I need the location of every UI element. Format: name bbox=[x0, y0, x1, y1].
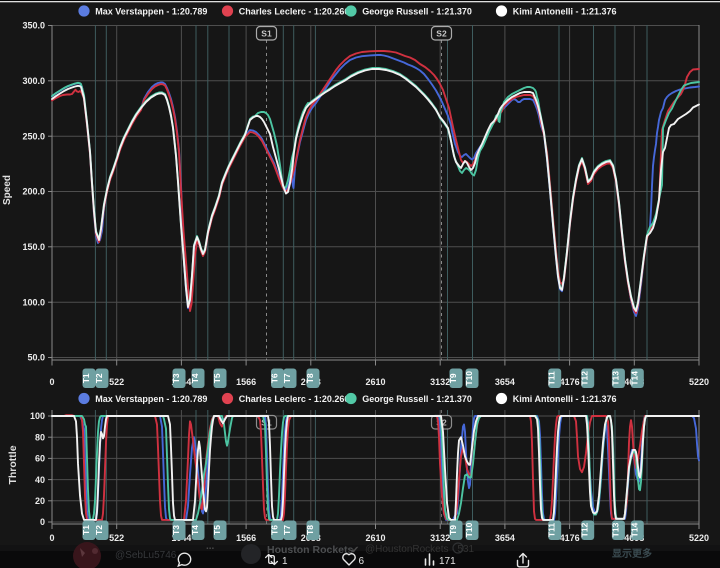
svg-text:350.0: 350.0 bbox=[22, 21, 45, 31]
svg-text:100: 100 bbox=[30, 411, 45, 421]
svg-text:5220: 5220 bbox=[689, 533, 709, 543]
svg-text:Max Verstappen - 1:20.789: Max Verstappen - 1:20.789 bbox=[95, 6, 207, 16]
svg-text:T4: T4 bbox=[190, 373, 200, 383]
svg-text:60: 60 bbox=[35, 454, 45, 464]
svg-text:T3: T3 bbox=[171, 525, 181, 535]
svg-text:Speed: Speed bbox=[2, 175, 13, 205]
svg-text:George Russell - 1:21.370: George Russell - 1:21.370 bbox=[362, 6, 472, 16]
svg-text:3654: 3654 bbox=[495, 377, 515, 387]
svg-text:T7: T7 bbox=[282, 373, 292, 383]
svg-text:George Russell - 1:21.370: George Russell - 1:21.370 bbox=[362, 394, 472, 404]
svg-text:171: 171 bbox=[439, 556, 456, 567]
svg-text:Kimi Antonelli - 1:21.376: Kimi Antonelli - 1:21.376 bbox=[513, 6, 617, 16]
svg-text:Max Verstappen - 1:20.789: Max Verstappen - 1:20.789 bbox=[95, 394, 207, 404]
svg-text:5220: 5220 bbox=[689, 377, 709, 387]
svg-text:T12: T12 bbox=[580, 371, 590, 386]
svg-text:1: 1 bbox=[282, 556, 288, 567]
svg-text:T2: T2 bbox=[94, 525, 104, 535]
svg-text:522: 522 bbox=[109, 377, 124, 387]
svg-text:T9: T9 bbox=[448, 525, 458, 535]
svg-text:0: 0 bbox=[49, 377, 54, 387]
svg-text:显示更多: 显示更多 bbox=[612, 547, 652, 560]
svg-text:T4: T4 bbox=[190, 525, 200, 535]
svg-text:S1: S1 bbox=[261, 29, 272, 39]
svg-text:Kimi Antonelli - 1:21.376: Kimi Antonelli - 1:21.376 bbox=[513, 394, 617, 404]
svg-text:522: 522 bbox=[109, 533, 124, 543]
svg-text:T2: T2 bbox=[94, 373, 104, 383]
svg-text:T14: T14 bbox=[629, 522, 639, 537]
svg-text:6: 6 bbox=[359, 556, 365, 567]
svg-text:T12: T12 bbox=[580, 522, 590, 537]
svg-text:0: 0 bbox=[40, 517, 45, 527]
svg-text:2610: 2610 bbox=[365, 377, 385, 387]
svg-text:3654: 3654 bbox=[495, 533, 515, 543]
svg-text:Charles Leclerc - 1:20.266: Charles Leclerc - 1:20.266 bbox=[239, 394, 350, 404]
svg-text:T8: T8 bbox=[305, 373, 315, 383]
svg-text:0: 0 bbox=[49, 533, 54, 543]
svg-text:T9: T9 bbox=[448, 373, 458, 383]
svg-text:T13: T13 bbox=[610, 522, 620, 537]
svg-text:T10: T10 bbox=[464, 522, 474, 537]
svg-text:100.0: 100.0 bbox=[22, 297, 45, 307]
svg-text:@SebLu5746: @SebLu5746 bbox=[115, 550, 177, 561]
svg-text:40: 40 bbox=[35, 475, 45, 485]
svg-text:T7: T7 bbox=[282, 525, 292, 535]
svg-text:...: ... bbox=[206, 541, 215, 552]
svg-text:1566: 1566 bbox=[236, 377, 256, 387]
svg-text:4176: 4176 bbox=[560, 377, 580, 387]
svg-text:S2: S2 bbox=[436, 29, 447, 39]
svg-text:✔: ✔ bbox=[351, 545, 359, 556]
svg-text:T11: T11 bbox=[547, 371, 557, 385]
svg-text:T3: T3 bbox=[171, 373, 181, 383]
svg-text:300.0: 300.0 bbox=[22, 76, 45, 86]
svg-text:T5: T5 bbox=[212, 525, 222, 535]
svg-text:1566: 1566 bbox=[236, 533, 256, 543]
svg-text:T13: T13 bbox=[610, 371, 620, 386]
svg-text:50.0: 50.0 bbox=[27, 353, 45, 363]
svg-text:Charles Leclerc - 1:20.266: Charles Leclerc - 1:20.266 bbox=[239, 6, 350, 16]
svg-text:T1: T1 bbox=[81, 373, 91, 383]
svg-text:T11: T11 bbox=[547, 523, 557, 537]
svg-text:T14: T14 bbox=[629, 371, 639, 386]
svg-text:T5: T5 bbox=[212, 373, 222, 383]
svg-text:Houston Rockets: Houston Rockets bbox=[267, 544, 354, 556]
svg-text:80: 80 bbox=[35, 432, 45, 442]
svg-text:250.0: 250.0 bbox=[22, 131, 45, 141]
svg-text:T10: T10 bbox=[464, 371, 474, 386]
svg-text:T6: T6 bbox=[270, 525, 280, 535]
svg-text:200.0: 200.0 bbox=[22, 187, 45, 197]
svg-text:4176: 4176 bbox=[560, 533, 580, 543]
svg-text:2610: 2610 bbox=[365, 533, 385, 543]
svg-text:T1: T1 bbox=[81, 525, 91, 535]
svg-text:20: 20 bbox=[35, 496, 45, 506]
svg-text:T6: T6 bbox=[270, 373, 280, 383]
svg-text:T8: T8 bbox=[305, 525, 315, 535]
svg-text:150.0: 150.0 bbox=[22, 242, 45, 252]
svg-text:Throttle: Throttle bbox=[7, 445, 19, 484]
